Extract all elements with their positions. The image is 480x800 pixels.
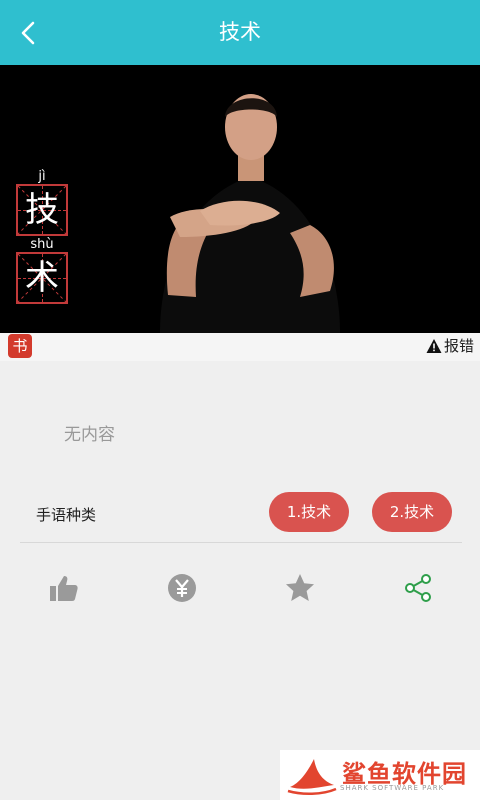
report-error-button[interactable]: 报错 <box>426 335 474 357</box>
sign-type-option-2[interactable]: 2.技术 <box>372 492 452 532</box>
page-title: 技术 <box>219 20 261 44</box>
sign-video-player[interactable]: jì 技 shù 术 <box>0 65 480 333</box>
signer-figure-image <box>160 94 340 333</box>
tian-grid: 技 <box>16 184 68 236</box>
warning-icon <box>426 339 442 353</box>
character-card-1: jì 技 <box>16 169 68 236</box>
report-label: 报错 <box>443 337 474 355</box>
hanzi-character: 术 <box>25 258 59 298</box>
yuan-coin-icon[interactable] <box>166 572 198 604</box>
watermark-subtext: SHARK SOFTWARE PARK <box>340 784 445 792</box>
thumbs-up-icon[interactable] <box>48 572 80 604</box>
video-info-bar: 书 报错 <box>0 333 480 361</box>
divider <box>20 542 462 543</box>
watermark-logo: 鲨鱼软件园 SHARK SOFTWARE PARK <box>280 750 480 800</box>
tian-grid: 术 <box>16 252 68 304</box>
pinyin-label: jì <box>38 169 46 184</box>
hanzi-character: 技 <box>25 190 59 230</box>
share-icon[interactable] <box>402 572 434 604</box>
sign-type-option-1[interactable]: 1.技术 <box>269 492 349 532</box>
character-card-2: shù 术 <box>16 237 68 304</box>
empty-content-text: 无内容 <box>64 425 115 445</box>
book-icon[interactable]: 书 <box>8 334 32 358</box>
sign-type-label: 手语种类 <box>36 506 97 524</box>
star-icon[interactable] <box>284 572 316 604</box>
top-bar: 技术 <box>0 0 480 65</box>
pinyin-label: shù <box>30 237 54 252</box>
shark-fin-icon <box>287 759 337 795</box>
